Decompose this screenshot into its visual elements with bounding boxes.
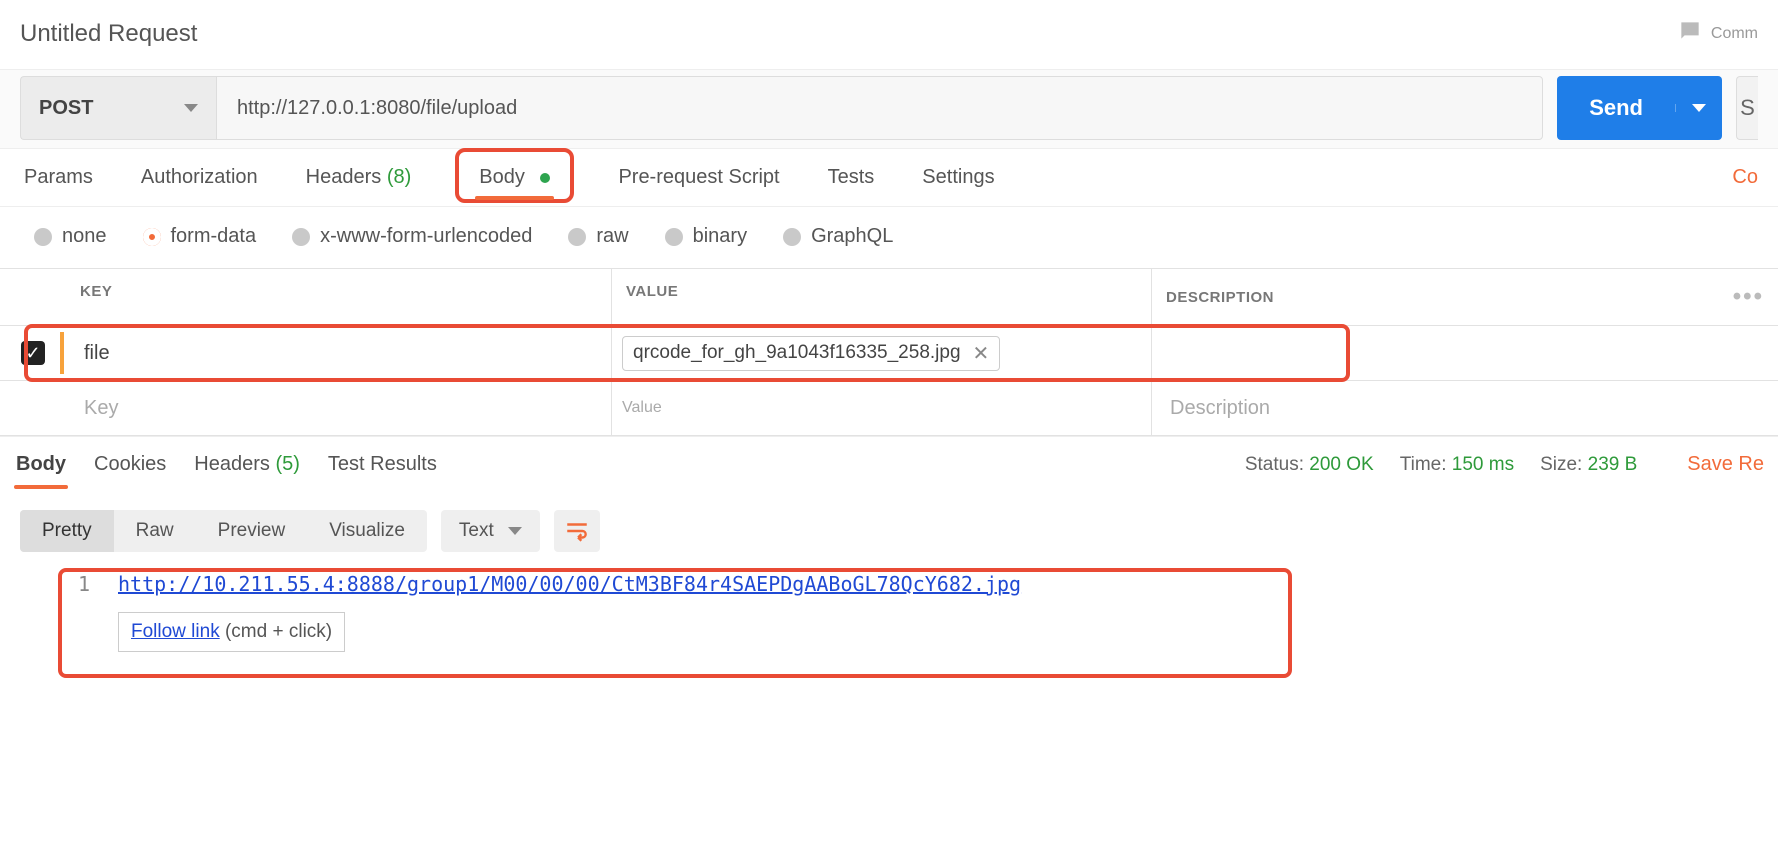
save-response-button[interactable]: Save Re — [1687, 453, 1764, 476]
tab-headers-count: (8) — [387, 166, 411, 188]
chevron-down-icon — [1692, 104, 1706, 112]
size-value: 239 B — [1588, 454, 1638, 475]
resp-tab-headers[interactable]: Headers (5) — [192, 441, 302, 488]
body-indicator-icon — [540, 173, 550, 183]
radio-icon — [34, 228, 52, 246]
bodytype-raw-label: raw — [596, 225, 628, 248]
request-title[interactable]: Untitled Request — [20, 20, 1677, 48]
send-button[interactable]: Send — [1557, 76, 1722, 140]
comments-label: Comm — [1711, 25, 1758, 43]
kv-row-empty: Key Value Description — [0, 381, 1778, 436]
bodytype-formdata-label: form-data — [171, 225, 257, 248]
resp-tab-test-results[interactable]: Test Results — [326, 441, 439, 488]
send-label: Send — [1557, 95, 1675, 121]
view-raw[interactable]: Raw — [114, 510, 196, 552]
method-select[interactable]: POST — [20, 76, 216, 140]
follow-hint: (cmd + click) — [225, 621, 332, 642]
tab-headers-label: Headers — [306, 166, 382, 188]
tab-body-label: Body — [479, 166, 525, 188]
status-label: Status: — [1245, 454, 1304, 475]
tab-params[interactable]: Params — [20, 152, 97, 203]
chevron-down-icon — [508, 527, 522, 535]
format-select[interactable]: Text — [441, 510, 540, 552]
tab-tests[interactable]: Tests — [824, 152, 879, 203]
radio-icon — [783, 228, 801, 246]
method-value: POST — [39, 97, 93, 120]
bodytype-binary-label: binary — [693, 225, 747, 248]
resp-tab-cookies[interactable]: Cookies — [92, 441, 168, 488]
save-button[interactable]: S — [1736, 76, 1758, 140]
bodytype-raw[interactable]: raw — [568, 225, 628, 248]
wrap-toggle[interactable] — [554, 510, 600, 552]
bodytype-graphql-label: GraphQL — [811, 225, 893, 248]
tab-prerequest[interactable]: Pre-request Script — [614, 152, 783, 203]
resp-tab-body[interactable]: Body — [14, 441, 68, 488]
kv-desc-input[interactable] — [1152, 326, 1778, 380]
kv-row: ✓ file qrcode_for_gh_9a1043f16335_258.jp… — [0, 326, 1778, 381]
kv-desc-placeholder[interactable]: Description — [1152, 381, 1778, 435]
tab-body[interactable]: Body — [475, 156, 554, 199]
row-accent — [60, 332, 64, 374]
kv-value-placeholder[interactable]: Value — [612, 381, 1152, 435]
radio-icon — [568, 228, 586, 246]
bodytype-none-label: none — [62, 225, 107, 248]
view-preview[interactable]: Preview — [196, 510, 308, 552]
kv-head-value: VALUE — [612, 269, 1152, 325]
size-label: Size: — [1540, 454, 1582, 475]
cookies-link[interactable]: Co — [1732, 166, 1758, 189]
time-label: Time: — [1400, 454, 1447, 475]
view-mode-segment: Pretty Raw Preview Visualize — [20, 510, 427, 552]
more-icon[interactable]: ••• — [1733, 283, 1764, 311]
kv-head-key: KEY — [66, 269, 612, 325]
tab-authorization[interactable]: Authorization — [137, 152, 262, 203]
resp-tab-headers-count: (5) — [275, 453, 299, 475]
follow-link-tooltip: Follow link (cmd + click) — [118, 612, 345, 652]
follow-link[interactable]: Follow link — [131, 621, 220, 642]
radio-icon — [665, 228, 683, 246]
comment-icon — [1677, 18, 1703, 49]
response-url-link[interactable]: http://10.211.55.4:8888/group1/M00/00/00… — [118, 572, 1021, 596]
kv-key-input[interactable]: file — [66, 326, 612, 380]
send-dropdown[interactable] — [1675, 104, 1722, 112]
radio-checked-icon — [143, 228, 161, 246]
response-line: 1 http://10.211.55.4:8888/group1/M00/00/… — [20, 566, 1758, 604]
resp-tab-headers-label: Headers — [194, 453, 270, 475]
wrap-icon — [564, 518, 590, 544]
kv-head-desc: DESCRIPTION — [1166, 289, 1274, 306]
kv-header: KEY VALUE DESCRIPTION ••• — [0, 268, 1778, 326]
remove-file-icon[interactable]: ✕ — [973, 341, 990, 366]
file-chip-name: qrcode_for_gh_9a1043f16335_258.jpg — [633, 342, 961, 364]
format-value: Text — [459, 520, 494, 542]
kv-key-placeholder[interactable]: Key — [66, 381, 612, 435]
comments-button[interactable]: Comm — [1677, 18, 1758, 49]
kv-value-placeholder-label: Value — [622, 399, 662, 417]
row-checkbox[interactable]: ✓ — [21, 341, 45, 365]
bodytype-graphql[interactable]: GraphQL — [783, 225, 893, 248]
file-chip[interactable]: qrcode_for_gh_9a1043f16335_258.jpg ✕ — [622, 336, 1000, 371]
time-value: 150 ms — [1452, 454, 1514, 475]
view-visualize[interactable]: Visualize — [307, 510, 427, 552]
bodytype-binary[interactable]: binary — [665, 225, 747, 248]
highlight-body-tab: Body — [455, 148, 574, 203]
line-number: 1 — [66, 572, 90, 596]
url-value: http://127.0.0.1:8080/file/upload — [237, 97, 517, 120]
chevron-down-icon — [184, 104, 198, 112]
tab-settings[interactable]: Settings — [918, 152, 998, 203]
bodytype-urlencoded[interactable]: x-www-form-urlencoded — [292, 225, 532, 248]
status-value: 200 OK — [1309, 454, 1373, 475]
url-input[interactable]: http://127.0.0.1:8080/file/upload — [216, 76, 1543, 140]
radio-icon — [292, 228, 310, 246]
view-pretty[interactable]: Pretty — [20, 510, 114, 552]
bodytype-formdata[interactable]: form-data — [143, 225, 257, 248]
bodytype-urlencoded-label: x-www-form-urlencoded — [320, 225, 532, 248]
tab-headers[interactable]: Headers (8) — [302, 152, 416, 203]
bodytype-none[interactable]: none — [34, 225, 107, 248]
